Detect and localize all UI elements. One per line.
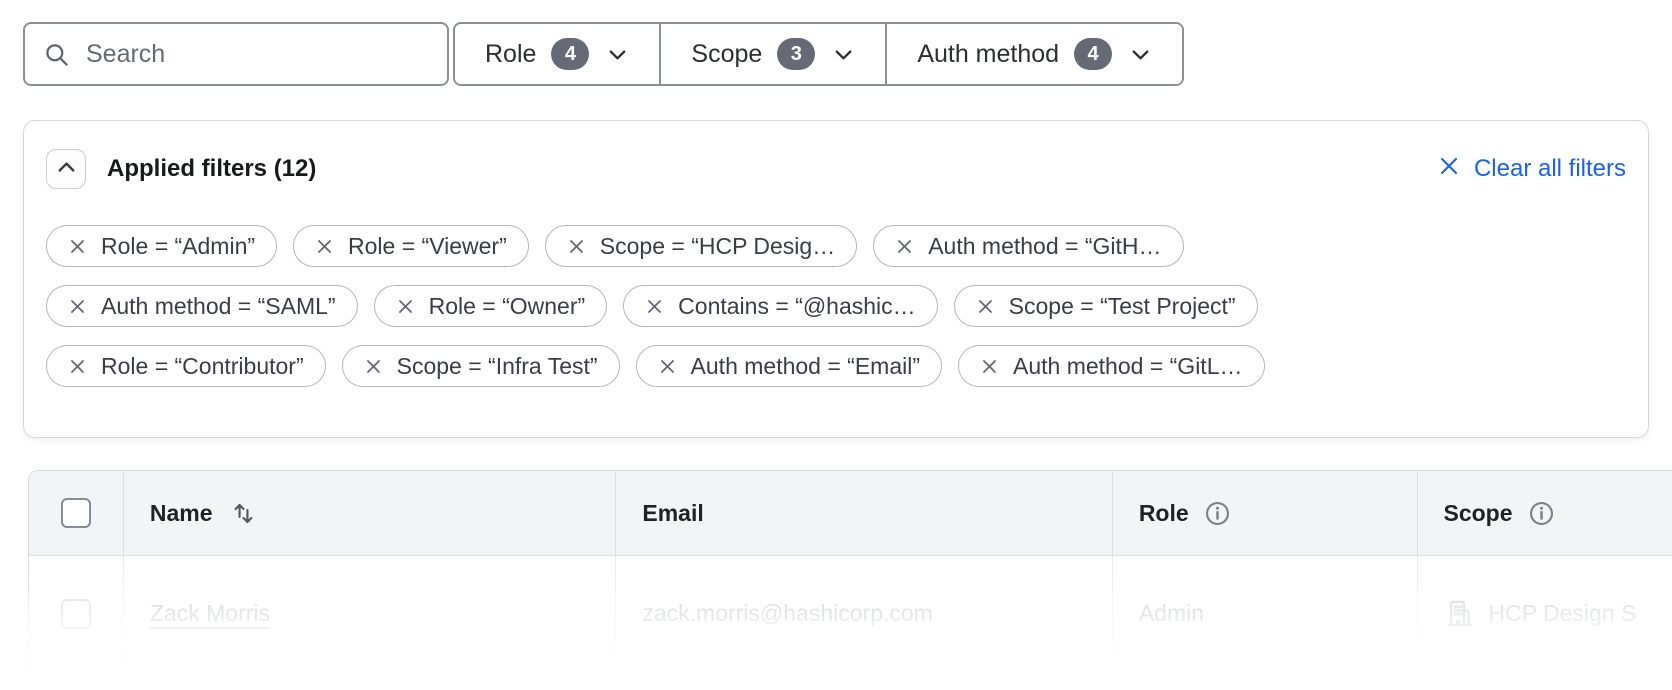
remove-filter-icon[interactable] (567, 237, 586, 256)
applied-filters-title: Applied filters (12) (107, 155, 316, 183)
column-label: Scope (1444, 500, 1513, 527)
building-icon (1444, 598, 1475, 629)
column-label: Role (1139, 500, 1189, 527)
header-checkbox-cell (29, 471, 123, 555)
email-cell: zack.morris@hashicorp.com (615, 556, 1111, 671)
remove-filter-icon[interactable] (364, 357, 383, 376)
filter-chip[interactable]: Scope = “HCP Desig… (545, 225, 857, 267)
users-table: Name Email Role Scope Zack Morris (28, 470, 1672, 671)
remove-filter-icon[interactable] (980, 357, 999, 376)
chevron-down-icon (832, 43, 855, 66)
filter-chip-label: Auth method = “GitH… (928, 233, 1161, 260)
role-filter-count-badge: 4 (551, 38, 589, 70)
filter-chip-label: Contains = “@hashic… (678, 293, 915, 320)
remove-filter-icon[interactable] (315, 237, 334, 256)
filter-chip[interactable]: Role = “Viewer” (293, 225, 529, 267)
scope-filter-label: Scope (691, 40, 762, 69)
filter-chip-label: Scope = “Infra Test” (397, 353, 598, 380)
clear-all-filters-label: Clear all filters (1474, 155, 1626, 183)
filter-chip-row: Auth method = “SAML” Role = “Owner” Cont… (46, 285, 1626, 327)
filter-chip-label: Scope = “HCP Desig… (600, 233, 835, 260)
remove-filter-icon[interactable] (658, 357, 677, 376)
column-header-scope[interactable]: Scope (1417, 471, 1672, 555)
filter-chip[interactable]: Role = “Contributor” (46, 345, 326, 387)
filter-chip-label: Auth method = “Email” (691, 353, 920, 380)
scope-filter-dropdown[interactable]: Scope 3 (659, 24, 885, 84)
user-role: Admin (1139, 600, 1204, 627)
filter-chip[interactable]: Contains = “@hashic… (623, 285, 937, 327)
filter-toolbar: Role 4 Scope 3 Auth method 4 (23, 22, 1184, 86)
table-header-row: Name Email Role Scope (29, 471, 1672, 555)
search-icon (43, 41, 70, 68)
user-email: zack.morris@hashicorp.com (642, 600, 932, 627)
applied-filters-panel: Applied filters (12) Clear all filters R… (23, 120, 1649, 438)
filter-chip-label: Role = “Owner” (429, 293, 586, 320)
row-checkbox[interactable] (61, 599, 91, 629)
filter-chip[interactable]: Auth method = “GitH… (873, 225, 1183, 267)
column-label: Name (150, 500, 213, 527)
remove-filter-icon[interactable] (68, 357, 87, 376)
remove-filter-icon[interactable] (68, 237, 87, 256)
filter-chip-label: Auth method = “GitL… (1013, 353, 1242, 380)
clear-all-filters-button[interactable]: Clear all filters (1437, 154, 1626, 185)
role-cell: Admin (1112, 556, 1417, 671)
column-label: Email (642, 500, 703, 527)
filter-chip-label: Scope = “Test Project” (1009, 293, 1236, 320)
remove-filter-icon[interactable] (396, 297, 415, 316)
chevron-down-icon (1129, 43, 1152, 66)
role-filter-dropdown[interactable]: Role 4 (455, 24, 659, 84)
filter-chip[interactable]: Auth method = “SAML” (46, 285, 358, 327)
filter-chip-label: Role = “Contributor” (101, 353, 304, 380)
auth-method-filter-dropdown[interactable]: Auth method 4 (885, 24, 1182, 84)
filter-chip-row: Role = “Contributor” Scope = “Infra Test… (46, 345, 1626, 387)
auth-method-filter-count-badge: 4 (1074, 38, 1112, 70)
filter-chip[interactable]: Auth method = “Email” (636, 345, 942, 387)
filter-chip[interactable]: Role = “Admin” (46, 225, 277, 267)
filter-chip[interactable]: Scope = “Infra Test” (342, 345, 620, 387)
filter-chip[interactable]: Role = “Owner” (374, 285, 608, 327)
filter-chip[interactable]: Auth method = “GitL… (958, 345, 1264, 387)
auth-method-filter-label: Auth method (917, 40, 1059, 69)
role-filter-label: Role (485, 40, 536, 69)
column-header-role[interactable]: Role (1112, 471, 1417, 555)
table-row: Zack Morris zack.morris@hashicorp.com Ad… (29, 555, 1672, 671)
info-icon[interactable] (1204, 500, 1231, 527)
row-checkbox-cell (29, 556, 123, 671)
user-name-link[interactable]: Zack Morris (150, 600, 270, 627)
select-all-checkbox[interactable] (61, 498, 91, 528)
filter-chips: Role = “Admin” Role = “Viewer” Scope = “… (46, 225, 1626, 387)
chevron-down-icon (606, 43, 629, 66)
remove-filter-icon[interactable] (976, 297, 995, 316)
x-icon (1437, 154, 1461, 185)
info-icon[interactable] (1528, 500, 1555, 527)
remove-filter-icon[interactable] (645, 297, 664, 316)
search-box[interactable] (23, 22, 449, 86)
remove-filter-icon[interactable] (68, 297, 87, 316)
chevron-up-icon (55, 156, 78, 182)
collapse-panel-button[interactable] (46, 149, 86, 189)
user-scope: HCP Design S (1489, 600, 1637, 627)
scope-cell: HCP Design S (1417, 556, 1672, 671)
filter-dropdown-group: Role 4 Scope 3 Auth method 4 (453, 22, 1184, 86)
remove-filter-icon[interactable] (895, 237, 914, 256)
name-cell: Zack Morris (123, 556, 615, 671)
filter-chip-label: Role = “Viewer” (348, 233, 507, 260)
sort-icon[interactable] (230, 500, 257, 527)
search-input[interactable] (86, 24, 429, 84)
applied-filters-header: Applied filters (12) Clear all filters (46, 149, 1626, 189)
column-header-name[interactable]: Name (123, 471, 615, 555)
column-header-email[interactable]: Email (615, 471, 1111, 555)
filter-chip-label: Role = “Admin” (101, 233, 255, 260)
filter-chip-label: Auth method = “SAML” (101, 293, 336, 320)
scope-filter-count-badge: 3 (777, 38, 815, 70)
filter-chip-row: Role = “Admin” Role = “Viewer” Scope = “… (46, 225, 1626, 267)
filter-chip[interactable]: Scope = “Test Project” (954, 285, 1258, 327)
